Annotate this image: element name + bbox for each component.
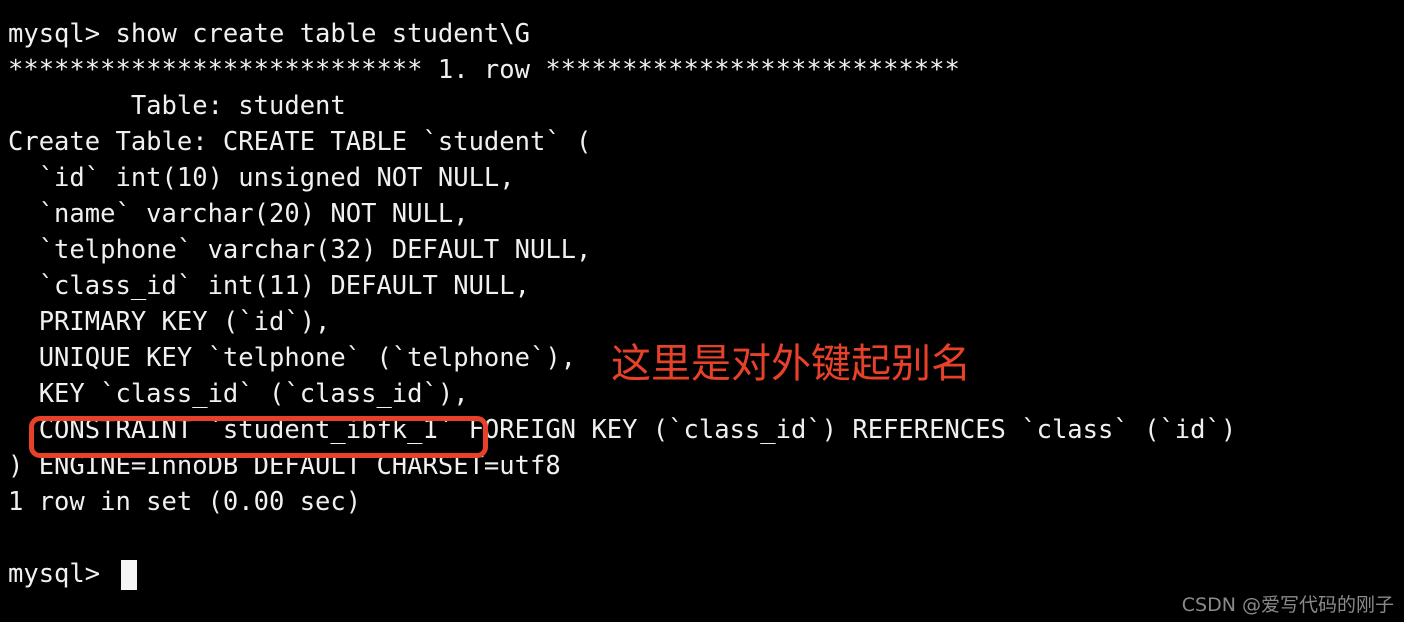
terminal-line-create-table: Create Table: CREATE TABLE `student` ( [8, 127, 592, 157]
terminal-line-row-separator: *************************** 1. row *****… [8, 55, 960, 85]
terminal-line-column-class-id: `class_id` int(11) DEFAULT NULL, [8, 271, 530, 301]
csdn-watermark: CSDN @爱写代码的刚子 [1181, 594, 1394, 616]
terminal-line-column-telphone: `telphone` varchar(32) DEFAULT NULL, [8, 235, 592, 265]
terminal-line-constraint: CONSTRAINT `student_ibfk_1` FOREIGN KEY … [8, 415, 1237, 445]
terminal-window[interactable]: mysql> show create table student\G *****… [0, 0, 1404, 622]
terminal-line-column-name: `name` varchar(20) NOT NULL, [8, 199, 469, 229]
terminal-line-command: mysql> show create table student\G [8, 19, 530, 49]
terminal-line-primary-key: PRIMARY KEY (`id`), [8, 307, 331, 337]
terminal-line-result-status: 1 row in set (0.00 sec) [8, 487, 362, 517]
terminal-line-engine: ) ENGINE=InnoDB DEFAULT CHARSET=utf8 [8, 451, 561, 481]
terminal-line-prompt: mysql> [8, 559, 116, 589]
annotation-text: 这里是对外键起别名 [611, 341, 971, 387]
terminal-cursor [121, 560, 137, 590]
terminal-line-column-id: `id` int(10) unsigned NOT NULL, [8, 163, 515, 193]
terminal-line-table-name: Table: student [8, 91, 346, 121]
terminal-output: mysql> show create table student\G *****… [8, 16, 1404, 592]
